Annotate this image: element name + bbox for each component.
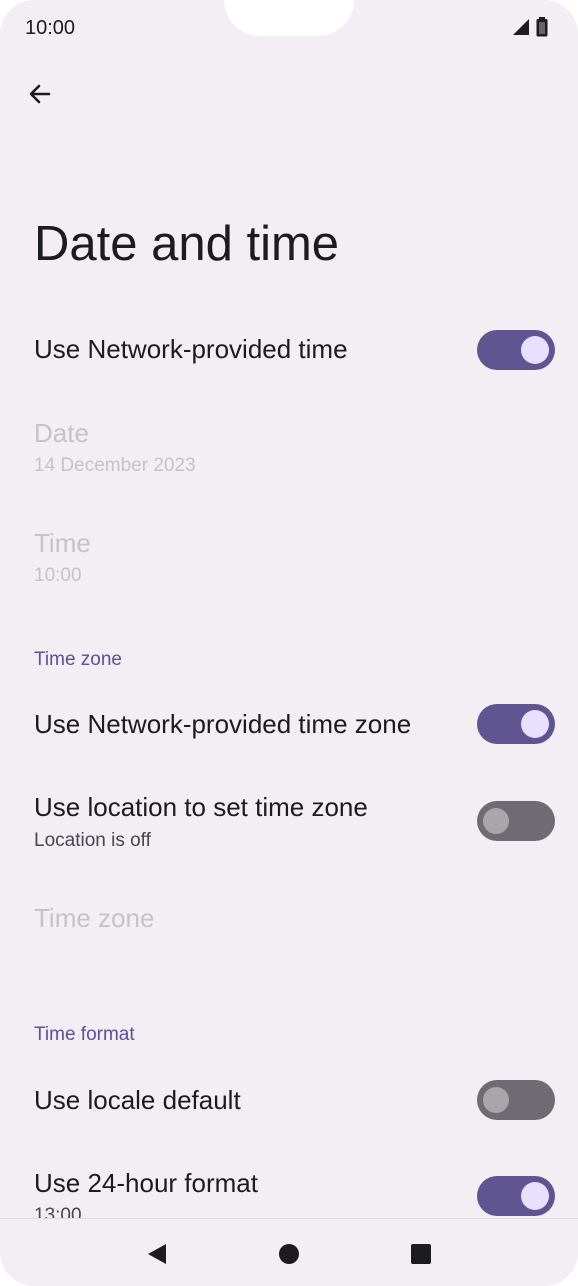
- status-icons: [512, 17, 548, 37]
- locale-default-label: Use locale default: [34, 1085, 241, 1115]
- network-time-switch[interactable]: [477, 330, 555, 370]
- back-button[interactable]: [24, 78, 56, 110]
- status-time: 10:00: [25, 17, 76, 39]
- page-title: Date and time: [34, 217, 340, 271]
- switch-knob: [521, 710, 549, 738]
- battery-icon: [536, 17, 548, 37]
- back-triangle-icon: [148, 1244, 166, 1264]
- arrow-back-icon: [29, 84, 51, 104]
- camera-notch: [224, 0, 354, 36]
- time-zone-section-header: Time zone: [34, 649, 122, 670]
- time-format-section-header: Time format: [34, 1024, 135, 1045]
- system-recents-button[interactable]: [406, 1239, 436, 1269]
- location-time-zone-label: Use location to set time zone: [34, 792, 368, 822]
- recents-square-icon: [411, 1244, 431, 1264]
- home-circle-icon: [279, 1244, 299, 1264]
- switch-knob: [521, 1182, 549, 1210]
- locale-default-switch[interactable]: [477, 1080, 555, 1120]
- system-home-button[interactable]: [274, 1239, 304, 1269]
- system-back-button[interactable]: [142, 1239, 172, 1269]
- switch-knob: [521, 336, 549, 364]
- network-time-zone-switch[interactable]: [477, 704, 555, 744]
- signal-icon: [513, 19, 529, 35]
- system-navigation-bar: [0, 1218, 578, 1286]
- location-time-zone-switch[interactable]: [477, 801, 555, 841]
- use-24h-switch[interactable]: [477, 1176, 555, 1216]
- use-24h-label: Use 24-hour format: [34, 1168, 258, 1198]
- switch-knob: [483, 1087, 509, 1113]
- date-value: 14 December 2023: [34, 455, 196, 476]
- time-label: Time: [34, 528, 91, 558]
- switch-knob: [483, 808, 509, 834]
- date-label: Date: [34, 418, 89, 448]
- time-value: 10:00: [34, 565, 82, 586]
- location-time-zone-summary: Location is off: [34, 830, 151, 851]
- network-time-label: Use Network-provided time: [34, 334, 348, 364]
- network-time-zone-label: Use Network-provided time zone: [34, 709, 412, 739]
- time-zone-label: Time zone: [34, 903, 155, 933]
- phone-screen: 10:00 Date and time Use Network-provided…: [0, 0, 578, 1286]
